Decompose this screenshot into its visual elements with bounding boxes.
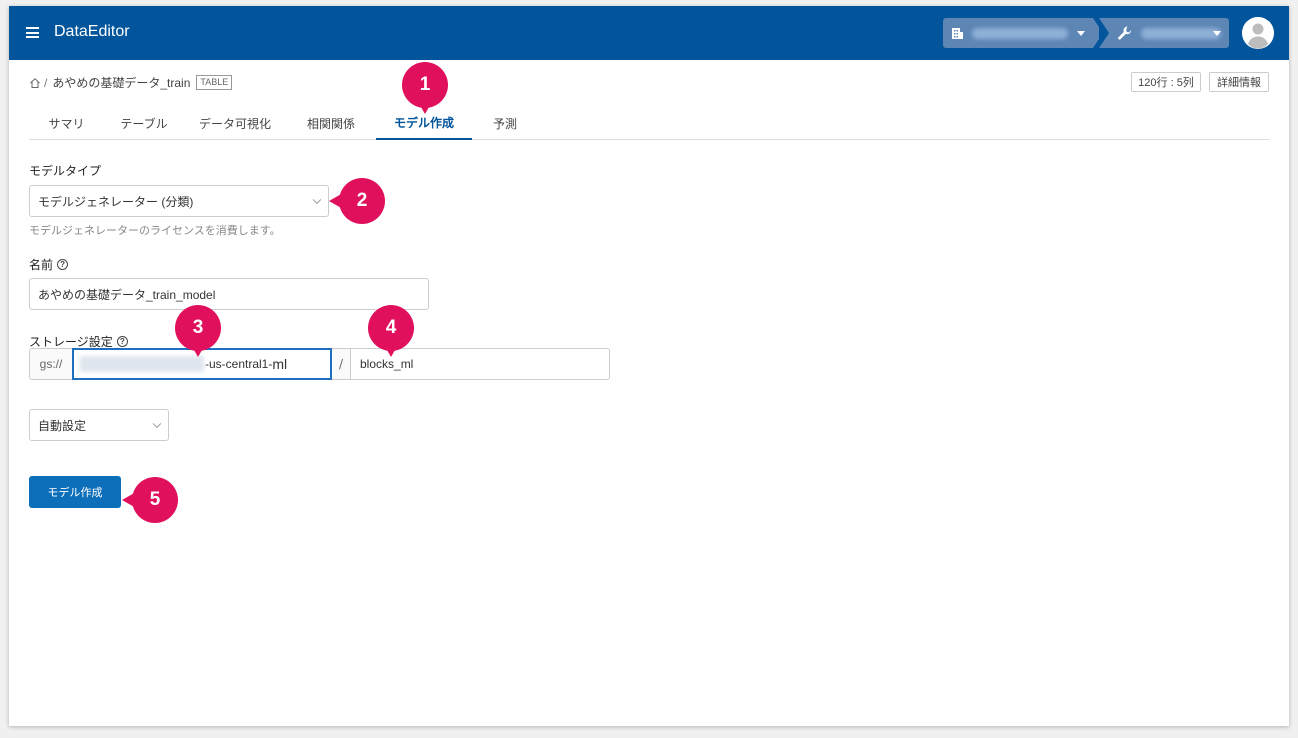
building-icon — [952, 27, 963, 39]
chevron-down-icon — [312, 195, 322, 205]
model-type-value: モデルジェネレーター (分類) — [38, 194, 194, 209]
name-label-text: 名前 — [29, 258, 54, 272]
breadcrumb: / あやめの基礎データ_train TABLE — [29, 74, 233, 91]
main-content: / あやめの基礎データ_train TABLE 120行 : 5列 詳細情報 サ… — [9, 60, 1289, 726]
callout-4: 4 — [368, 305, 414, 357]
model-type-label: モデルタイプ — [29, 164, 102, 178]
chevron-down-icon — [152, 419, 162, 429]
project-select[interactable] — [1099, 18, 1229, 48]
model-type-select[interactable]: モデルジェネレーター (分類) — [29, 185, 329, 217]
region-value: 自動設定 — [38, 418, 87, 433]
callout-1: 1 — [402, 62, 448, 114]
path-separator: / — [332, 348, 350, 380]
callout-3: 3 — [175, 305, 221, 357]
organization-select[interactable] — [943, 18, 1103, 48]
help-icon[interactable]: ? — [116, 336, 128, 347]
chevron-down-icon — [1213, 31, 1221, 36]
tab-correlation[interactable]: 相関関係 — [286, 107, 376, 140]
home-icon[interactable] — [29, 77, 41, 89]
app-window: DataEditor / あやめの基礎データ_train TABLE 120行 … — [9, 6, 1289, 726]
details-button[interactable]: 詳細情報 — [1209, 72, 1269, 92]
tab-bar: サマリ テーブル データ可視化 相関関係 モデル作成 予測 — [29, 107, 1270, 140]
app-title: DataEditor — [54, 23, 130, 40]
breadcrumb-dataset-name: あやめの基礎データ_train — [52, 76, 191, 90]
bucket-suffix: -us-central1- — [205, 357, 273, 371]
table-type-badge: TABLE — [196, 75, 233, 90]
region-select[interactable]: 自動設定 — [29, 409, 169, 441]
model-name-value: あやめの基礎データ_train_model — [38, 287, 216, 302]
bucket-suffix-ml: ml — [272, 356, 288, 372]
create-model-button[interactable]: モデル作成 — [29, 476, 121, 508]
project-name-redacted — [1141, 27, 1221, 39]
app-bar: DataEditor — [9, 6, 1289, 60]
callout-5: 5 — [122, 477, 178, 523]
chevron-down-icon — [1077, 31, 1085, 36]
breadcrumb-separator: / — [44, 75, 48, 90]
help-icon[interactable]: ? — [57, 259, 69, 270]
avatar-icon[interactable] — [1242, 17, 1274, 49]
name-label: 名前 ? — [29, 256, 69, 273]
row-column-count-chip: 120行 : 5列 — [1131, 72, 1201, 92]
bucket-name-redacted — [80, 356, 204, 372]
menu-icon[interactable] — [26, 27, 39, 38]
tab-summary[interactable]: サマリ — [29, 107, 104, 140]
gcs-prefix-label: gs:// — [29, 348, 72, 380]
tab-prediction[interactable]: 予測 — [472, 107, 538, 140]
tab-data-visualization[interactable]: データ可視化 — [184, 107, 286, 140]
tab-table[interactable]: テーブル — [104, 107, 184, 140]
storage-path-value: blocks_ml — [360, 357, 414, 371]
wrench-icon — [1118, 26, 1132, 40]
callout-2: 2 — [329, 178, 385, 224]
organization-name-redacted — [972, 27, 1068, 39]
model-type-hint: モデルジェネレーターのライセンスを消費します。 — [29, 225, 281, 237]
